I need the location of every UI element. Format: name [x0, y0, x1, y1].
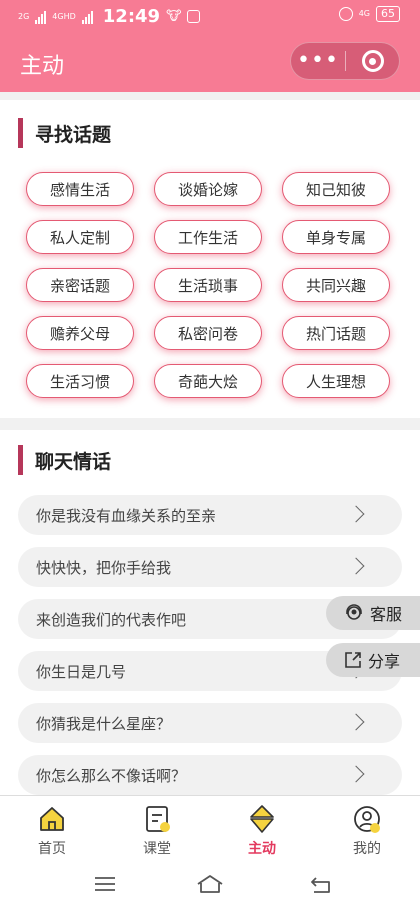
customer-service-label: 客服 — [370, 605, 403, 624]
section-accent-bar — [18, 118, 23, 148]
chat-list-item[interactable]: 你猜我是什么星座？ — [18, 703, 402, 743]
tab-mine-label: 我的 — [353, 841, 381, 857]
tab-mine[interactable]: 我的 — [327, 804, 407, 858]
sync-icon — [187, 10, 201, 23]
heart-active-icon — [250, 805, 274, 833]
tab-active-label: 主动 — [248, 841, 276, 857]
battery-indicator: 65 — [376, 6, 400, 22]
topic-tag[interactable]: 生活习惯 — [26, 364, 134, 398]
share-icon — [345, 652, 361, 668]
signal-icon — [35, 10, 47, 24]
topic-tag[interactable]: 奇葩大烩 — [154, 364, 262, 398]
tab-active[interactable]: 主动 — [222, 804, 302, 858]
chat-item-text: 你是我没有血缘关系的至亲 — [36, 506, 217, 525]
topic-tag[interactable]: 生活琐事 — [154, 268, 262, 302]
headset-icon — [346, 604, 362, 620]
topic-tag[interactable]: 私人定制 — [26, 220, 134, 254]
chat-section-header: 聊天情话 — [18, 445, 111, 475]
more-menu-button[interactable]: ••• — [291, 50, 345, 72]
chat-item-text: 你怎么那么不像话啊？ — [36, 766, 187, 785]
page-title: 主动 — [20, 54, 65, 79]
topic-section-title: 寻找话题 — [35, 123, 112, 146]
home-nav-icon[interactable] — [196, 874, 224, 894]
topic-tag[interactable]: 赡养父母 — [26, 316, 134, 350]
chat-item-text: 你生日是几号 — [36, 662, 127, 681]
chat-list-item[interactable]: 你是我没有血缘关系的至亲 — [18, 495, 402, 535]
chat-list-item[interactable]: 你怎么那么不像话啊？ — [18, 755, 402, 795]
chat-item-text: 你猜我是什么星座？ — [36, 714, 172, 733]
share-label: 分享 — [368, 652, 401, 671]
chat-item-text: 来创造我们的代表作吧 — [36, 610, 187, 629]
target-icon — [361, 50, 384, 72]
status-time: 12:49 — [102, 6, 161, 27]
chat-list-item[interactable]: 快快快，把你手给我 — [18, 547, 402, 587]
share-button[interactable]: 分享 — [326, 643, 420, 677]
tab-classroom-label: 课堂 — [143, 841, 171, 857]
network-2g-label: 2G — [18, 11, 30, 21]
network-4ghd-label: 4GHD — [52, 11, 76, 21]
home-icon — [40, 807, 64, 831]
nav-bar: 主动 ••• — [0, 34, 420, 92]
alarm-icon — [338, 7, 353, 21]
mini-program-capsule: ••• — [290, 42, 400, 80]
system-nav-bar — [0, 860, 420, 910]
topic-tag[interactable]: 谈婚论嫁 — [154, 172, 262, 206]
chat-item-text: 快快快，把你手给我 — [36, 558, 172, 577]
topic-tag[interactable]: 人生理想 — [282, 364, 390, 398]
chevron-right-icon — [347, 713, 365, 731]
section-accent-bar — [18, 445, 23, 475]
bottom-tab-bar: 首页 课堂 主动 我的 — [0, 795, 420, 860]
chevron-right-icon — [347, 765, 365, 783]
signal-icon — [81, 10, 93, 24]
back-icon[interactable] — [310, 876, 332, 894]
notebook-icon — [146, 806, 170, 832]
status-bar: 2G 4GHD 12:49 🐮 4G 65 — [0, 0, 420, 34]
profile-icon — [354, 806, 380, 833]
topic-tag[interactable]: 工作生活 — [154, 220, 262, 254]
customer-service-button[interactable]: 客服 — [326, 596, 420, 630]
chat-section-title: 聊天情话 — [35, 450, 112, 473]
close-button[interactable] — [346, 50, 399, 72]
network-4g-label: 4G — [358, 9, 370, 18]
menu-icon[interactable] — [94, 876, 116, 892]
cow-app-icon: 🐮 — [166, 9, 182, 24]
topic-tag[interactable]: 私密问卷 — [154, 316, 262, 350]
tab-home[interactable]: 首页 — [12, 804, 92, 858]
topic-tag[interactable]: 共同兴趣 — [282, 268, 390, 302]
topic-section: 寻找话题 感情生活 谈婚论嫁 知己知彼 私人定制 工作生活 单身专属 亲密话题 … — [0, 100, 420, 418]
topic-tag[interactable]: 单身专属 — [282, 220, 390, 254]
chevron-right-icon — [347, 505, 365, 523]
tab-classroom[interactable]: 课堂 — [117, 804, 197, 858]
topic-tag[interactable]: 感情生活 — [26, 172, 134, 206]
topic-tag[interactable]: 亲密话题 — [26, 268, 134, 302]
topic-section-header: 寻找话题 — [18, 118, 111, 148]
topic-tag[interactable]: 知己知彼 — [282, 172, 390, 206]
tab-home-label: 首页 — [38, 841, 66, 857]
chevron-right-icon — [347, 557, 365, 575]
topic-tag[interactable]: 热门话题 — [282, 316, 390, 350]
